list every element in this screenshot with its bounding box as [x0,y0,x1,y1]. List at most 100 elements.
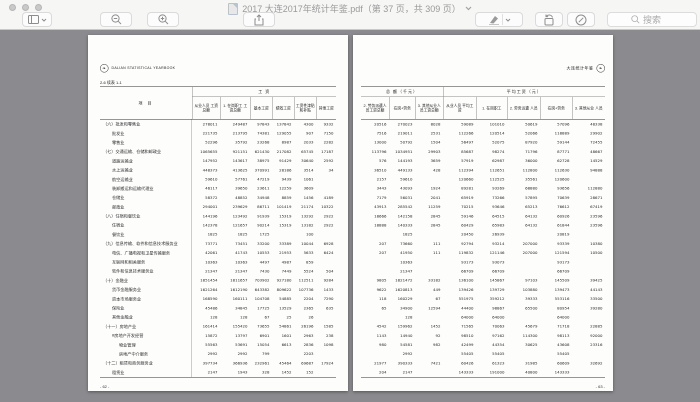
table-cell: 1612190 [220,287,250,292]
table-cell: 551975 [443,297,476,302]
button-divider [502,14,503,25]
table-row: （十一）房地产业1614141554207365554861261961585 [100,322,336,331]
share-button[interactable] [243,12,275,27]
table-row: 电信、广播电视和卫星传输服务42061417431055321953563364… [100,248,336,257]
table-cell: 70215 [443,205,476,210]
search-input[interactable] [643,15,673,25]
table-cell: 64515 [476,214,507,219]
table-cell: 119832 [443,251,476,256]
table-cell: 120600 [540,177,572,182]
column-header: 3. 其他从业 人员 [572,97,605,119]
table-cell: 57096 [540,122,572,127]
table-cell: 2963 [294,333,316,338]
table-cell: 449 [415,287,443,292]
table-caption: 2-6 续表 1-1 [100,80,336,85]
table-cell: 221735 [192,131,220,136]
table-row: （七）交通运输、仓储和邮政业10656559211516214302170826… [100,147,336,156]
table-cell: 8028 [415,122,443,127]
table-cell: 204 [361,370,389,375]
table-cell: 112394 [443,168,476,173]
table-cell: 413625 [220,168,250,173]
yearbook-logo-icon: ❧ [596,64,605,73]
table-cell: 66709 [443,269,476,274]
table-cell: 42061 [192,251,220,256]
table-cell: 93646 [476,205,507,210]
table-cell: 33182 [415,278,443,283]
table-cell: 449133 [389,168,415,173]
chevron-down-icon[interactable] [505,18,511,22]
table-cell: 54861 [272,324,294,329]
row-label: #房地产开发经营 [100,331,192,340]
table-header: 总 额（千元） 平均工资（元） 2. 劳务派遣人 员工资总额 在岗+劳务 3. … [361,87,605,120]
markup-pen-button[interactable] [475,12,523,27]
table-cell: 136100 [443,278,476,283]
table-cell: 39425 [572,278,605,283]
table-cell: 21977 [361,361,389,366]
table-cell: 98113 [540,333,572,338]
table-cell: 1601 [272,333,294,338]
zoom-out-button[interactable] [100,12,132,27]
table-cell: 54885 [272,297,294,302]
zoom-in-button[interactable] [147,12,179,27]
table-cell: 67419 [572,205,605,210]
page-header-left: ❧ DALIAN STATISTICAL YEARBOOK [100,63,336,73]
table-cell: 59610 [389,177,415,182]
brand-text: 大连统计年鉴 [566,65,593,71]
table-row: 邮政业294001239629867111014192117410322 [100,202,336,211]
table-cell: 60426 [443,361,476,366]
table-cell: 21347 [389,269,415,274]
table-cell: 31985 [507,361,540,366]
table-cell: 25 [272,315,294,320]
table-cell: 118 [361,297,389,302]
sidebar-toggle-button[interactable] [22,12,52,27]
table-cell: 66709 [540,269,572,274]
table-row: 2197739033374216042661323319856060932692 [361,359,605,368]
table-cell: 43913 [361,205,389,210]
table-cell: 576 [361,159,389,164]
table-cell: 1924 [415,186,443,191]
table-cell: 10380 [572,241,605,246]
table-cell: 112800 [507,168,540,173]
table-cell: 60926 [540,214,572,219]
table-cell: 1943 [220,370,250,375]
table-cell: 45486 [192,306,220,311]
table-cell: 249487 [220,122,250,127]
row-label: 零售业 [100,138,192,147]
group-header-total: 总 额（千元） [361,87,443,97]
table-cell: 15319 [272,223,294,228]
search-field[interactable] [607,12,697,27]
table-cell: 46117 [192,186,220,191]
table-cell: 17725 [250,306,272,311]
table-cell: 128 [220,315,250,320]
table-cell: 71796 [507,149,540,154]
table-cell: 23316 [572,343,605,348]
table-cell: 71565 [443,324,476,329]
rotate-left-button[interactable] [535,12,563,27]
table-cell: 7150 [316,131,336,136]
pdf-scroll-area[interactable]: ❧ DALIAN STATISTICAL YEARBOOK 2-6 续表 1-1… [0,30,700,402]
table-cell: 2157 [361,177,389,182]
table-cell: 43608 [540,343,572,348]
table-cell: 980 [361,343,389,348]
annotate-button[interactable] [567,12,595,27]
table-cell: 39280 [572,306,605,311]
group-header-average: 平均工资（元） [443,87,605,97]
table-cell: 41743 [220,251,250,256]
row-label: 餐饮业 [100,230,192,239]
table-cell: 26939 [476,232,507,237]
table-cell: 2992 [220,352,250,357]
table-cell: 2365 [294,306,316,311]
table-row: 货币金融服务业162126416121906433828096221077361… [100,285,336,294]
table-cell: 328 [250,370,272,375]
table-cell: 59144 [540,140,572,145]
table-cell: 64000 [443,315,476,320]
table-cell: 89281 [443,186,476,191]
table-cell: 10044 [294,241,316,246]
title-chevron-down-icon[interactable] [465,6,472,11]
table-cell: 390333 [389,361,415,366]
table-cell: 70639 [540,195,572,200]
column-header: 3. 其他从业人 员工资总额 [415,97,443,119]
wage-table-right: 总 额（千元） 平均工资（元） 2. 劳务派遣人 员工资总额 在岗+劳务 3. … [361,87,605,378]
table-cell: 50619 [507,122,540,127]
table-cell: 76612 [540,205,572,210]
